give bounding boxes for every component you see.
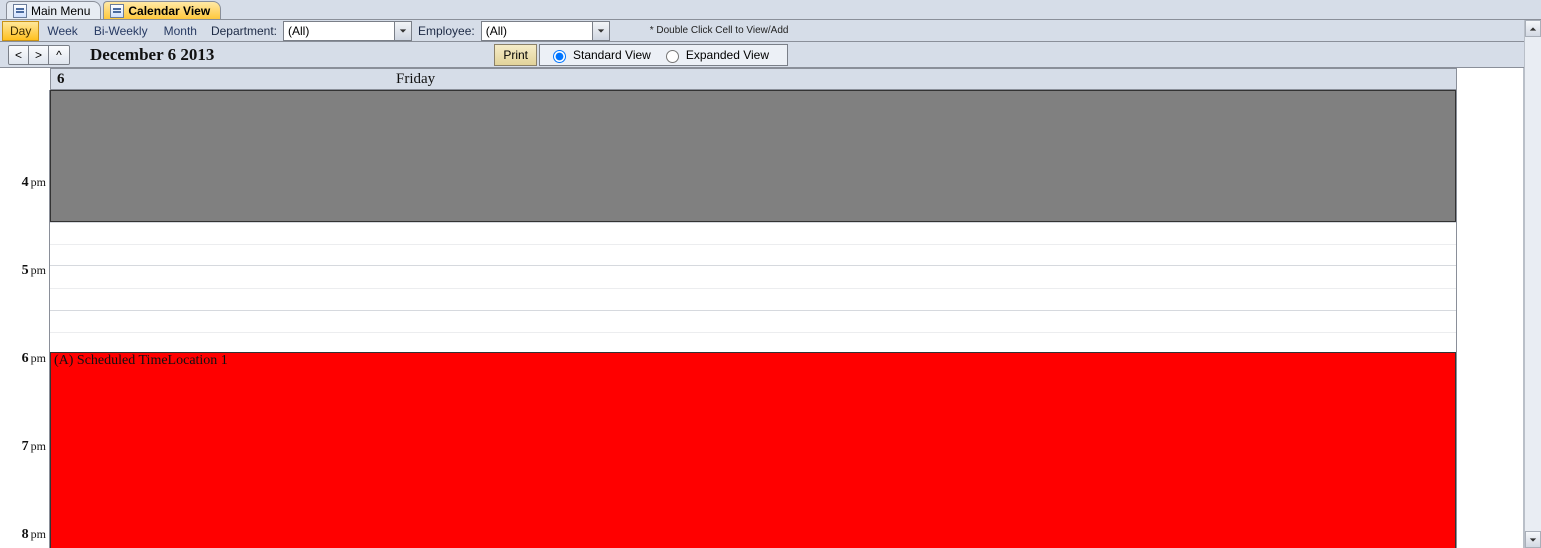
tab-label: Calendar View <box>128 4 210 18</box>
time-label: 5pm <box>22 263 46 279</box>
event-label: (A) Scheduled TimeLocation 1 <box>54 353 228 368</box>
hint-text: * Double Click Cell to View/Add <box>650 25 789 36</box>
department-input[interactable] <box>284 22 394 40</box>
radio-expanded[interactable]: Expanded View <box>661 47 769 63</box>
time-gutter: 4pm 5pm 6pm 7pm 8pm <box>0 90 50 548</box>
tab-strip: Main Menu Calendar View <box>0 0 1541 20</box>
form-icon <box>13 4 27 18</box>
range-week[interactable]: Week <box>39 21 85 41</box>
time-label: 6pm <box>22 351 46 367</box>
date-nav: < > ^ <box>8 45 70 65</box>
day-name: Friday <box>396 71 435 88</box>
event-block[interactable]: (A) Scheduled TimeLocation 1 <box>50 352 1456 548</box>
date-bar: < > ^ December 6 2013 Print Standard Vie… <box>0 42 1541 68</box>
range-day[interactable]: Day <box>2 21 39 41</box>
day-number: 6 <box>51 71 65 88</box>
up-button[interactable]: ^ <box>49 46 69 64</box>
vertical-scrollbar[interactable] <box>1524 20 1541 548</box>
view-toolbar: Day Week Bi-Weekly Month Department: Emp… <box>0 20 1541 42</box>
range-biweekly[interactable]: Bi-Weekly <box>86 21 156 41</box>
tab-calendar-view[interactable]: Calendar View <box>103 1 221 19</box>
calendar-grid: 6 Friday 4pm 5pm 6pm 7pm 8pm (A) Schedul… <box>0 68 1524 548</box>
print-button[interactable]: Print <box>494 44 537 66</box>
event-block[interactable] <box>50 90 1456 222</box>
day-header[interactable]: 6 Friday <box>50 68 1457 90</box>
chevron-down-icon[interactable] <box>394 22 411 40</box>
employee-label: Employee: <box>412 24 481 38</box>
hour-cell[interactable] <box>50 266 1456 354</box>
time-label: 7pm <box>22 439 46 455</box>
form-icon <box>110 4 124 18</box>
time-label: 8pm <box>22 527 46 543</box>
date-title: December 6 2013 <box>90 45 214 65</box>
time-label: 4pm <box>22 175 46 191</box>
range-month[interactable]: Month <box>156 21 205 41</box>
employee-input[interactable] <box>482 22 592 40</box>
day-column[interactable]: (A) Scheduled TimeLocation 1 <box>50 90 1457 548</box>
radio-standard[interactable]: Standard View <box>548 47 651 63</box>
next-button[interactable]: > <box>29 46 49 64</box>
department-label: Department: <box>205 24 283 38</box>
tab-main-menu[interactable]: Main Menu <box>6 1 101 19</box>
tab-label: Main Menu <box>31 4 90 18</box>
department-combo[interactable] <box>283 21 412 41</box>
employee-combo[interactable] <box>481 21 610 41</box>
scroll-up-icon[interactable] <box>1525 20 1541 37</box>
scroll-down-icon[interactable] <box>1525 531 1541 548</box>
view-mode-group: Standard View Expanded View <box>539 44 788 66</box>
chevron-down-icon[interactable] <box>592 22 609 40</box>
prev-button[interactable]: < <box>9 46 29 64</box>
